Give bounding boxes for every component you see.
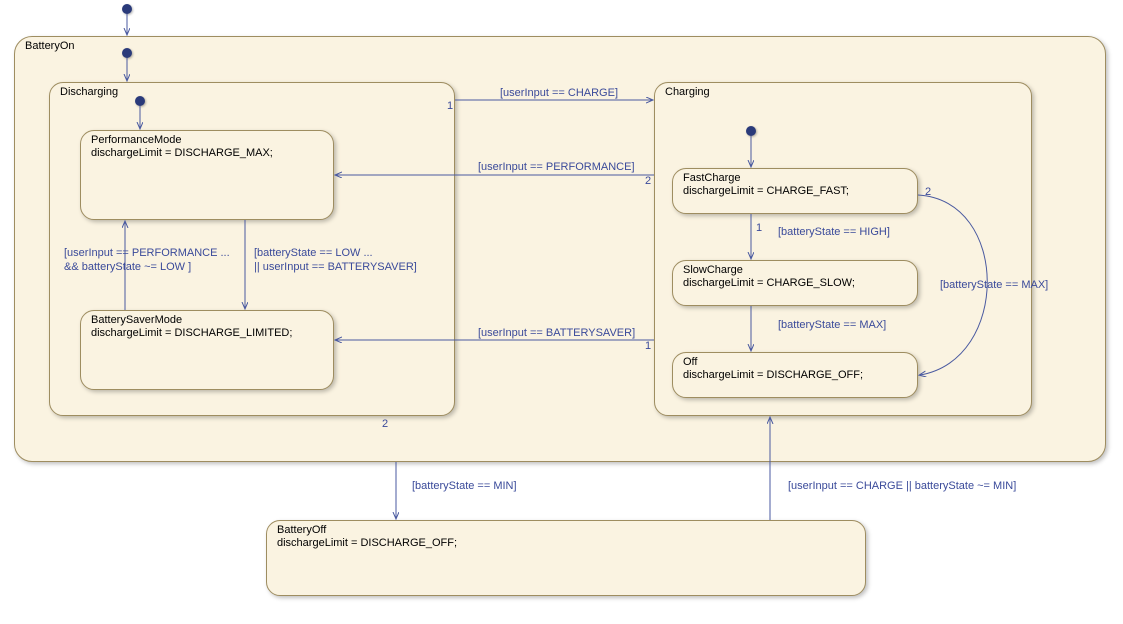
state-fast-charge-label: FastCharge: [683, 172, 740, 184]
state-battery-off: BatteryOff dischargeLimit = DISCHARGE_OF…: [266, 520, 866, 596]
transition-label-to-performance: [userInput == PERFORMANCE]: [478, 160, 635, 174]
transition-label-perf-to-saver-1: [batteryState == LOW ...: [254, 246, 373, 260]
transition-num-to-charge: 1: [447, 100, 453, 112]
state-slow-charge-body: dischargeLimit = CHARGE_SLOW;: [683, 277, 855, 289]
state-off: Off dischargeLimit = DISCHARGE_OFF;: [672, 352, 918, 398]
state-slow-charge-label: SlowCharge: [683, 264, 743, 276]
state-battery-saver-mode-body: dischargeLimit = DISCHARGE_LIMITED;: [91, 327, 292, 339]
initial-dot-root: [122, 4, 132, 14]
transition-num-to-batterysaver: 1: [645, 340, 651, 352]
state-performance-mode-body: dischargeLimit = DISCHARGE_MAX;: [91, 147, 273, 159]
state-charging-label: Charging: [665, 86, 710, 98]
state-battery-saver-mode-label: BatterySaverMode: [91, 314, 182, 326]
state-battery-off-label: BatteryOff: [277, 524, 326, 536]
state-fast-charge: FastCharge dischargeLimit = CHARGE_FAST;: [672, 168, 918, 214]
state-off-label: Off: [683, 356, 697, 368]
transition-label-to-charge: [userInput == CHARGE]: [500, 86, 618, 100]
transition-label-perf-to-saver-2: || userInput == BATTERYSAVER]: [254, 260, 417, 274]
state-performance-mode-label: PerformanceMode: [91, 134, 182, 146]
transition-num-fast-to-off: 2: [925, 186, 931, 198]
state-off-body: dischargeLimit = DISCHARGE_OFF;: [683, 369, 863, 381]
transition-label-saver-to-perf-2: && batteryState ~= LOW ]: [64, 260, 191, 274]
transition-num-fast-to-slow: 1: [756, 222, 762, 234]
transition-label-on-to-off: [batteryState == MIN]: [412, 479, 517, 493]
state-discharging-label: Discharging: [60, 86, 118, 98]
transition-label-fast-to-off: [batteryState == MAX]: [940, 278, 1048, 292]
state-performance-mode: PerformanceMode dischargeLimit = DISCHAR…: [80, 130, 334, 220]
state-fast-charge-body: dischargeLimit = CHARGE_FAST;: [683, 185, 849, 197]
state-battery-saver-mode: BatterySaverMode dischargeLimit = DISCHA…: [80, 310, 334, 390]
transition-num-on-to-off: 2: [382, 418, 388, 430]
transition-num-to-performance: 2: [645, 175, 651, 187]
transition-label-to-batterysaver: [userInput == BATTERYSAVER]: [478, 326, 635, 340]
state-battery-off-body: dischargeLimit = DISCHARGE_OFF;: [277, 537, 457, 549]
transition-label-fast-to-slow: [batteryState == HIGH]: [778, 225, 890, 239]
transition-label-saver-to-perf-1: [userInput == PERFORMANCE ...: [64, 246, 230, 260]
transition-label-slow-to-off: [batteryState == MAX]: [778, 318, 886, 332]
initial-dot-battery-on: [122, 48, 132, 58]
state-battery-on-label: BatteryOn: [25, 40, 75, 52]
transition-label-off-to-on: [userInput == CHARGE || batteryState ~= …: [788, 479, 1016, 493]
initial-dot-discharging: [135, 96, 145, 106]
initial-dot-charging: [746, 126, 756, 136]
state-slow-charge: SlowCharge dischargeLimit = CHARGE_SLOW;: [672, 260, 918, 306]
